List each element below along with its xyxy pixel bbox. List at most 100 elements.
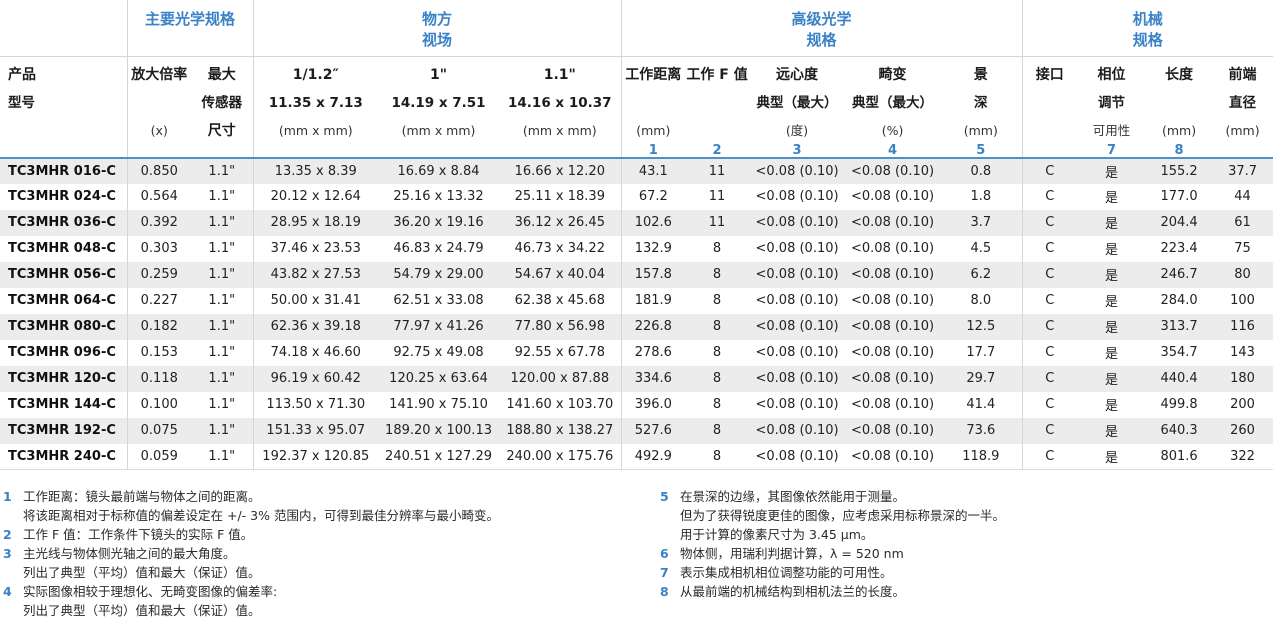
cell: 0.850 [127,158,191,184]
cell: 37.46 x 23.53 [253,236,378,262]
group-header-main-optics: 主要光学规格 [127,0,253,56]
table-row: TC3MHR 096-C0.1531.1"74.18 x 46.6092.75 … [0,340,1273,366]
cell: 96.19 x 60.42 [253,366,378,392]
header-line: 景 [940,61,1022,89]
cell: 801.6 [1146,444,1212,470]
cell: 0.153 [127,340,191,366]
footnote-number: 3 [3,544,18,563]
cell: 是 [1077,158,1146,184]
cell: 92.75 x 49.08 [378,340,499,366]
cell: 62.36 x 39.18 [253,314,378,340]
column-header-product-model: 产品 型号 [0,56,127,158]
cell-model: TC3MHR 064-C [0,288,127,314]
header-line: 8 [1146,144,1212,157]
cell: 1.1" [191,418,253,444]
cell: 36.20 x 19.16 [378,210,499,236]
cell-model: TC3MHR 056-C [0,262,127,288]
cell-model: TC3MHR 048-C [0,236,127,262]
cell: 是 [1077,418,1146,444]
group-header-advanced-optics: 高级光学 规格 [621,0,1022,56]
cell: 284.0 [1146,288,1212,314]
cell: 是 [1077,314,1146,340]
header-line [622,89,686,118]
cell: 102.6 [621,210,685,236]
footnote-text: 物体侧，用瑞利判据计算，λ = 520 nm [680,544,904,563]
header-line [1023,89,1078,118]
cell: 54.67 x 40.04 [499,262,621,288]
cell: C [1022,158,1077,184]
cell-model: TC3MHR 120-C [0,366,127,392]
cell: 80 [1212,262,1273,288]
group-header-object-fov: 物方 视场 [253,0,621,56]
header-line: 型号 [8,89,127,118]
cell: 是 [1077,288,1146,314]
header-line [128,89,192,118]
footnote-line: 但为了获得锐度更佳的图像，应考虑采用标称景深的一半。 [680,506,1005,525]
cell: <0.08 (0.10) [749,158,845,184]
footnote-line: 主光线与物体侧光轴之间的最大角度。 [23,544,261,563]
cell: 是 [1077,444,1146,470]
cell: C [1022,392,1077,418]
cell-model: TC3MHR 016-C [0,158,127,184]
table-row: TC3MHR 144-C0.1001.1"113.50 x 71.30141.9… [0,392,1273,418]
cell: 1.1" [191,210,253,236]
column-header-working-distance: 工作距离 (mm) 1 [621,56,685,158]
header-line: 1.1" [499,61,621,89]
cell: 36.12 x 26.45 [499,210,621,236]
cell: 322 [1212,444,1273,470]
header-line [378,144,499,157]
cell-model: TC3MHR 036-C [0,210,127,236]
footnote: 1 工作距离：镜头最前端与物体之间的距离。 将该距离相对于标称值的偏差设定在 +… [3,487,660,525]
cell: 141.60 x 103.70 [499,392,621,418]
footnote: 7 表示集成相机相位调整功能的可用性。 [660,563,1273,582]
table-row: TC3MHR 036-C0.3921.1"28.95 x 18.1936.20 … [0,210,1273,236]
header-line [1023,144,1078,157]
cell: 246.7 [1146,262,1212,288]
header-line: (度) [749,118,845,144]
cell: 1.1" [191,184,253,210]
cell: 223.4 [1146,236,1212,262]
cell: <0.08 (0.10) [845,418,940,444]
table-row: TC3MHR 064-C0.2271.1"50.00 x 31.4162.51 … [0,288,1273,314]
cell: 46.83 x 24.79 [378,236,499,262]
cell: 50.00 x 31.41 [253,288,378,314]
footnote-line: 工作 F 值：工作条件下镜头的实际 F 值。 [23,525,253,544]
cell: 是 [1077,184,1146,210]
cell: 44 [1212,184,1273,210]
footnote: 4 实际图像相较于理想化、无畸变图像的偏差率: 列出了典型（平均）值和最大（保证… [3,582,660,620]
footnote: 8 从最前端的机械结构到相机法兰的长度。 [660,582,1273,601]
cell: 334.6 [621,366,685,392]
footnote-line: 从最前端的机械结构到相机法兰的长度。 [680,582,905,601]
group-header-empty [0,0,127,56]
cell: 100 [1212,288,1273,314]
cell: 1.1" [191,262,253,288]
cell: 8.0 [940,288,1022,314]
cell: 0.075 [127,418,191,444]
cell: <0.08 (0.10) [749,314,845,340]
footnote-text: 实际图像相较于理想化、无畸变图像的偏差率: 列出了典型（平均）值和最大（保证）值… [23,582,277,620]
cell: <0.08 (0.10) [845,262,940,288]
cell: 200 [1212,392,1273,418]
header-line: 传感器 [191,89,253,118]
cell: 0.259 [127,262,191,288]
cell: 181.9 [621,288,685,314]
cell: 1.1" [191,236,253,262]
cell: 43.1 [621,158,685,184]
header-line [499,144,621,157]
header-line: (x) [128,118,192,144]
cell: 是 [1077,392,1146,418]
cell-model: TC3MHR 192-C [0,418,127,444]
header-line: 7 [1077,144,1146,157]
header-line: 1 [622,144,686,157]
cell: 61 [1212,210,1273,236]
footnote-line: 表示集成相机相位调整功能的可用性。 [680,563,893,582]
footnote-line: 在景深的边缘，其图像依然能用于测量。 [680,487,1005,506]
cell: <0.08 (0.10) [845,288,940,314]
cell: <0.08 (0.10) [845,158,940,184]
cell: C [1022,262,1077,288]
cell: 0.303 [127,236,191,262]
cell: 77.80 x 56.98 [499,314,621,340]
header-line [1146,89,1212,118]
header-line: 11.35 x 7.13 [254,89,379,118]
cell: C [1022,340,1077,366]
